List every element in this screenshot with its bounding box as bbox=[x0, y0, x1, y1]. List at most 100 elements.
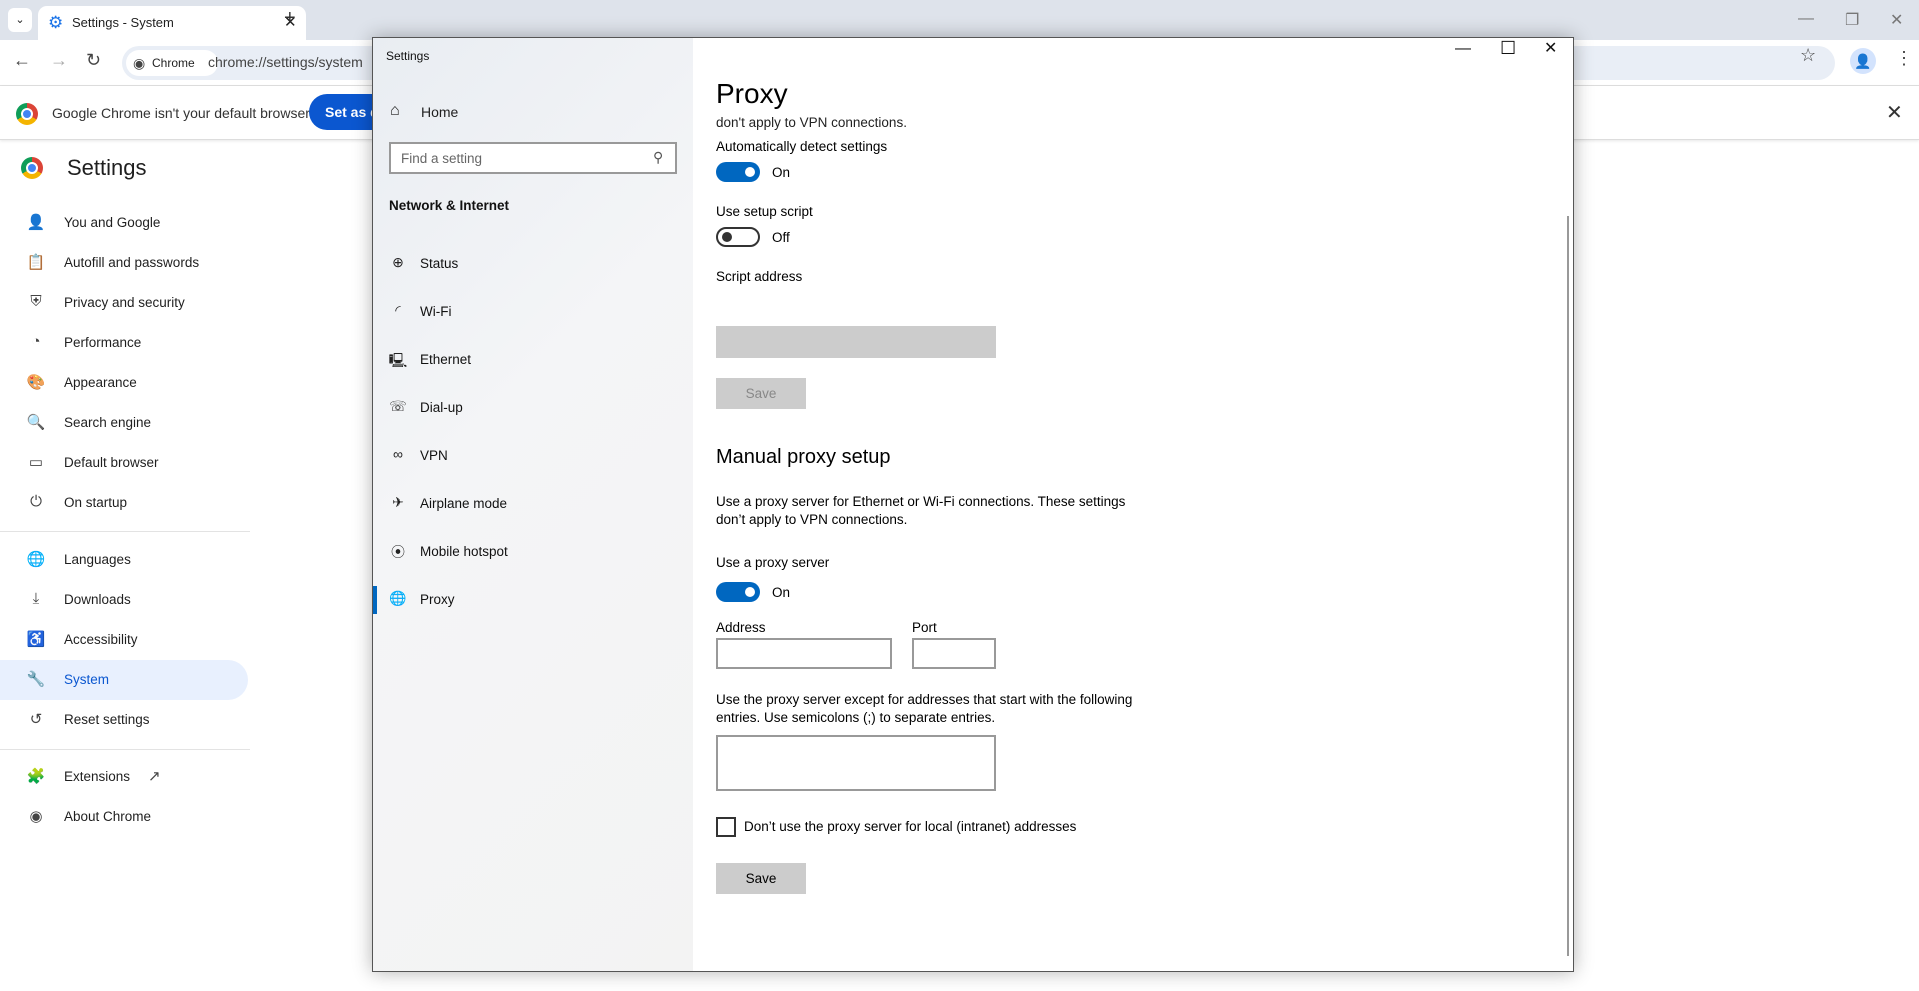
sidebar-item-system[interactable]: 🔧 System bbox=[0, 660, 248, 700]
nav-dial-up[interactable]: ☏ Dial-up bbox=[373, 388, 693, 428]
exceptions-textarea[interactable] bbox=[716, 735, 996, 791]
infobar-message: Google Chrome isn't your default browser bbox=[52, 105, 310, 121]
speedometer-icon: ◔ bbox=[31, 333, 41, 350]
sidebar-item-label: Performance bbox=[64, 335, 142, 350]
auto-detect-label: Automatically detect settings bbox=[716, 139, 888, 154]
nav-proxy[interactable]: 🌐 Proxy bbox=[373, 580, 693, 620]
save-proxy-button[interactable]: Save bbox=[716, 863, 806, 894]
palette-icon: 🎨 bbox=[26, 374, 46, 391]
tab-search-button[interactable]: ⌄ bbox=[8, 8, 32, 32]
tab-settings-system[interactable]: ⚙ Settings - System ✕ bbox=[38, 6, 306, 40]
sidebar-item-label: Default browser bbox=[64, 455, 159, 470]
settings-nav-pane: Settings ⌂ Home Find a setting ⚲ Network… bbox=[373, 38, 693, 971]
browser-icon: ▭ bbox=[28, 454, 44, 471]
sidebar-item-label: About Chrome bbox=[64, 809, 152, 824]
more-menu-icon[interactable]: ⋮ bbox=[1895, 48, 1913, 69]
page-title: Settings bbox=[67, 155, 147, 180]
bookmark-star-icon[interactable]: ☆ bbox=[1800, 45, 1816, 66]
sidebar-item-default-browser[interactable]: ▭ Default browser bbox=[0, 443, 248, 483]
use-proxy-toggle[interactable] bbox=[716, 582, 760, 602]
chrome-icon: ◉ bbox=[29, 808, 43, 825]
wrench-icon: 🔧 bbox=[26, 671, 46, 688]
search-icon[interactable]: ⚲ bbox=[653, 149, 663, 166]
url-text[interactable]: chrome://settings/system bbox=[208, 54, 363, 70]
sidebar-item-privacy-and-security[interactable]: ⛨ Privacy and security bbox=[0, 283, 248, 323]
sidebar-item-label: Search engine bbox=[64, 415, 152, 430]
shield-icon: ⛨ bbox=[30, 293, 42, 310]
except-desc-line1: Use the proxy server except for addresse… bbox=[716, 692, 1133, 707]
page-title: Proxy bbox=[716, 78, 788, 109]
close-window-icon[interactable]: ✕ bbox=[1890, 10, 1903, 30]
port-input[interactable] bbox=[912, 638, 996, 669]
sidebar-item-reset-settings[interactable]: ↺ Reset settings bbox=[0, 700, 248, 740]
section-heading: Network & Internet bbox=[389, 198, 510, 213]
site-chip-label: Chrome bbox=[152, 56, 195, 70]
scrollbar[interactable] bbox=[1567, 216, 1569, 956]
forward-icon[interactable]: → bbox=[50, 50, 68, 71]
nav-status[interactable]: ⊕ Status bbox=[373, 244, 693, 284]
sidebar-item-label: On startup bbox=[64, 495, 128, 510]
nav-mobile-hotspot[interactable]: ⦿ Mobile hotspot bbox=[373, 532, 693, 572]
nav-ethernet[interactable]: 🖳 Ethernet bbox=[373, 340, 693, 380]
sidebar-item-accessibility[interactable]: ♿ Accessibility bbox=[0, 620, 248, 660]
nav-wi-fi[interactable]: ◜ Wi-Fi bbox=[373, 292, 693, 332]
auto-detect-toggle[interactable] bbox=[716, 162, 760, 182]
settings-window: Settings ⌂ Home Find a setting ⚲ Network… bbox=[372, 37, 1574, 972]
sidebar-item-performance[interactable]: ◔ Performance bbox=[0, 323, 248, 363]
sidebar-item-you-and-google[interactable]: 👤 You and Google bbox=[0, 203, 248, 243]
use-proxy-state: On bbox=[772, 585, 791, 600]
proxy-page: Proxy don't apply to VPN connections. Au… bbox=[693, 38, 1573, 971]
nav-home[interactable]: ⌂ Home bbox=[373, 98, 693, 128]
nav-item-label: VPN bbox=[420, 448, 448, 463]
sidebar-item-languages[interactable]: 🌐 Languages bbox=[0, 540, 248, 580]
nav-item-label: Status bbox=[420, 256, 459, 271]
new-tab-button[interactable]: + bbox=[284, 7, 296, 30]
use-proxy-label: Use a proxy server bbox=[716, 555, 830, 570]
site-chip[interactable]: ◉ Chrome bbox=[126, 50, 218, 76]
manual-desc-line1: Use a proxy server for Ethernet or Wi-Fi… bbox=[716, 494, 1126, 509]
chrome-logo-icon bbox=[16, 103, 38, 125]
sidebar-item-label: Reset settings bbox=[64, 712, 150, 727]
local-addresses-label: Don’t use the proxy server for local (in… bbox=[744, 819, 1077, 834]
sidebar-item-extensions[interactable]: 🧩 Extensions ↗ bbox=[0, 757, 248, 797]
auto-detect-state: On bbox=[772, 165, 791, 180]
address-input[interactable] bbox=[716, 638, 892, 669]
nav-item-label: Ethernet bbox=[420, 352, 472, 367]
find-setting-input[interactable]: Find a setting ⚲ bbox=[389, 142, 677, 174]
nav-vpn[interactable]: ∞ VPN bbox=[373, 436, 693, 476]
restore-icon[interactable]: ❐ bbox=[1845, 10, 1859, 30]
nav-home-label: Home bbox=[421, 104, 459, 120]
save-script-button[interactable]: Save bbox=[716, 378, 806, 409]
nav-item-label: Mobile hotspot bbox=[420, 544, 508, 559]
nav-airplane-mode[interactable]: ✈ Airplane mode bbox=[373, 484, 693, 524]
external-link-icon: ↗ bbox=[148, 768, 161, 785]
sidebar-item-on-startup[interactable]: ⏻ On startup bbox=[0, 483, 248, 523]
close-infobar-icon[interactable]: ✕ bbox=[1886, 100, 1903, 125]
script-address-label: Script address bbox=[716, 269, 803, 284]
globe-status-icon: ⊕ bbox=[392, 254, 404, 270]
sidebar-item-about-chrome[interactable]: ◉ About Chrome bbox=[0, 797, 248, 837]
globe-icon: 🌐 bbox=[389, 590, 407, 606]
script-address-input[interactable] bbox=[716, 326, 996, 358]
wifi-icon: ◜ bbox=[395, 302, 401, 318]
window-title: Settings bbox=[386, 49, 430, 63]
sidebar-item-downloads[interactable]: ⤓ Downloads bbox=[0, 580, 248, 620]
search-icon: 🔍 bbox=[26, 414, 46, 431]
sidebar-item-autofill-and-passwords[interactable]: 📋 Autofill and passwords bbox=[0, 243, 248, 283]
setup-script-toggle[interactable] bbox=[716, 227, 760, 247]
divider bbox=[0, 531, 250, 532]
person-icon: 👤 bbox=[26, 214, 46, 231]
minimize-icon[interactable]: — bbox=[1798, 10, 1814, 28]
back-icon[interactable]: ← bbox=[13, 50, 31, 71]
chrome-icon: ◉ bbox=[133, 55, 146, 71]
reload-icon[interactable]: ↻ bbox=[86, 50, 101, 71]
sidebar-item-appearance[interactable]: 🎨 Appearance bbox=[0, 363, 248, 403]
hotspot-icon: ⦿ bbox=[391, 544, 405, 560]
sidebar-item-label: You and Google bbox=[64, 215, 161, 230]
tab-strip: ⌄ ⚙ Settings - System ✕ + — ❐ ✕ bbox=[0, 0, 1919, 40]
profile-avatar[interactable]: 👤 bbox=[1850, 48, 1876, 74]
local-addresses-checkbox[interactable] bbox=[716, 817, 736, 837]
globe-icon: 🌐 bbox=[26, 551, 46, 568]
sidebar-item-label: Languages bbox=[64, 552, 131, 567]
sidebar-item-search-engine[interactable]: 🔍 Search engine bbox=[0, 403, 248, 443]
